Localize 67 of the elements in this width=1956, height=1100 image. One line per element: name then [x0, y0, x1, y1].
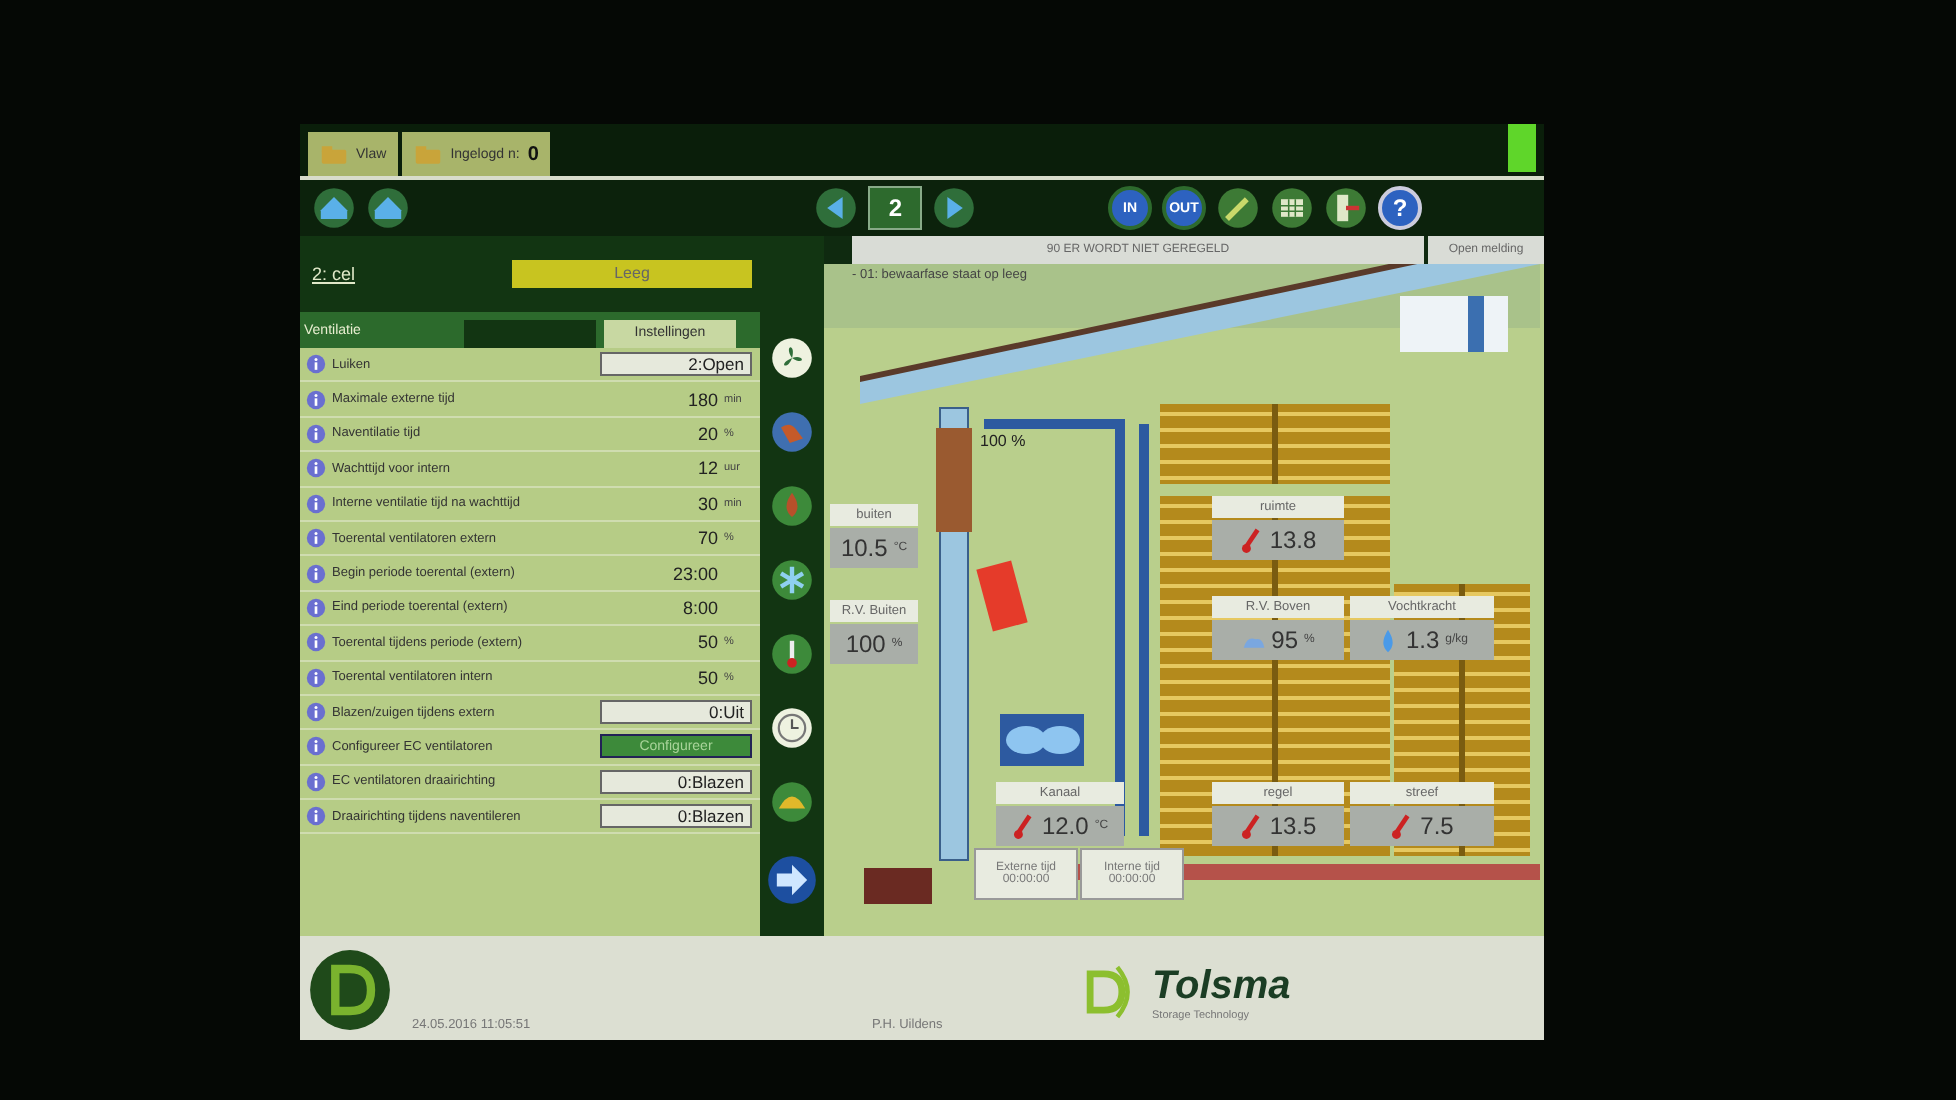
- info-icon[interactable]: [306, 806, 326, 827]
- cell-title[interactable]: 2: cel: [312, 264, 356, 284]
- select-field[interactable]: 0:Blazen: [600, 769, 752, 794]
- logo-icon[interactable]: [308, 948, 392, 1032]
- sensor-value: 10.5: [840, 534, 888, 562]
- status-light: [1508, 124, 1536, 172]
- info-icon[interactable]: [306, 493, 326, 514]
- info-icon[interactable]: [306, 702, 326, 723]
- setting-value[interactable]: 180: [638, 389, 718, 410]
- sensor-value: 13.5: [1269, 812, 1317, 840]
- fan-icon[interactable]: [770, 336, 814, 380]
- home-icon[interactable]: [312, 186, 356, 230]
- setting-value[interactable]: 12: [638, 458, 718, 479]
- sensor-value: 95: [1271, 626, 1298, 654]
- flap-reading: 100 %: [980, 432, 1026, 450]
- sensor-value: 7.5: [1420, 812, 1454, 840]
- sensor-value: 12.0: [1041, 812, 1089, 840]
- pencil-icon[interactable]: [1216, 186, 1260, 230]
- info-icon[interactable]: [306, 528, 326, 549]
- foundation-drawing: [864, 868, 932, 904]
- setting-value[interactable]: 50: [638, 667, 718, 688]
- info-icon[interactable]: [306, 771, 326, 792]
- thermometer-icon: [1239, 813, 1264, 839]
- info-icon[interactable]: [306, 667, 326, 688]
- info-icon[interactable]: [306, 736, 326, 757]
- home-icon[interactable]: [366, 186, 410, 230]
- info-icon[interactable]: [306, 563, 326, 584]
- globe-icon[interactable]: [770, 410, 814, 454]
- sensor-value: 100: [845, 630, 886, 658]
- previous-icon[interactable]: [814, 186, 859, 230]
- info-icon[interactable]: [306, 597, 326, 618]
- setting-value[interactable]: 30: [638, 493, 718, 514]
- sensor-value: 1.3: [1405, 626, 1440, 654]
- thermometer-icon: [1011, 813, 1036, 839]
- grid-icon[interactable]: [1270, 186, 1314, 230]
- setting-value[interactable]: 50: [638, 632, 718, 653]
- setting-value[interactable]: 20: [638, 423, 718, 444]
- help-button[interactable]: ?: [1378, 186, 1422, 230]
- info-icon[interactable]: [306, 458, 326, 479]
- info-icon[interactable]: [306, 423, 326, 444]
- cooler-unit-drawing: [1400, 296, 1508, 352]
- folder-icon: [320, 143, 348, 165]
- info-icon[interactable]: [306, 632, 326, 653]
- clock-icon[interactable]: [770, 706, 814, 750]
- next-icon[interactable]: [932, 186, 976, 230]
- thermometer-icon[interactable]: [770, 632, 814, 676]
- setting-value[interactable]: 70: [638, 528, 718, 549]
- setting-value[interactable]: 8:00: [638, 597, 718, 618]
- fan-drawing: [1000, 714, 1084, 766]
- page-number: 2: [868, 186, 922, 230]
- select-field[interactable]: 0:Uit: [600, 700, 752, 725]
- drop-icon[interactable]: [770, 484, 814, 528]
- exit-icon[interactable]: [1324, 186, 1368, 230]
- folder-icon: [414, 143, 443, 165]
- phase-bar: Leeg: [512, 260, 752, 288]
- sensor-value: 13.8: [1269, 526, 1317, 554]
- login-count: 0: [527, 143, 539, 165]
- select-field[interactable]: 2:Open: [600, 352, 752, 377]
- info-icon[interactable]: [306, 354, 326, 375]
- brand-name: Tolsma: [1152, 963, 1291, 1009]
- info-icon[interactable]: [306, 389, 326, 410]
- select-field[interactable]: 0:Blazen: [600, 804, 752, 829]
- dome-icon[interactable]: [770, 780, 814, 824]
- thermometer-icon: [1239, 527, 1264, 553]
- snowflake-icon[interactable]: [770, 558, 814, 602]
- setting-value[interactable]: 23:00: [638, 563, 718, 584]
- thermometer-icon: [1390, 813, 1415, 839]
